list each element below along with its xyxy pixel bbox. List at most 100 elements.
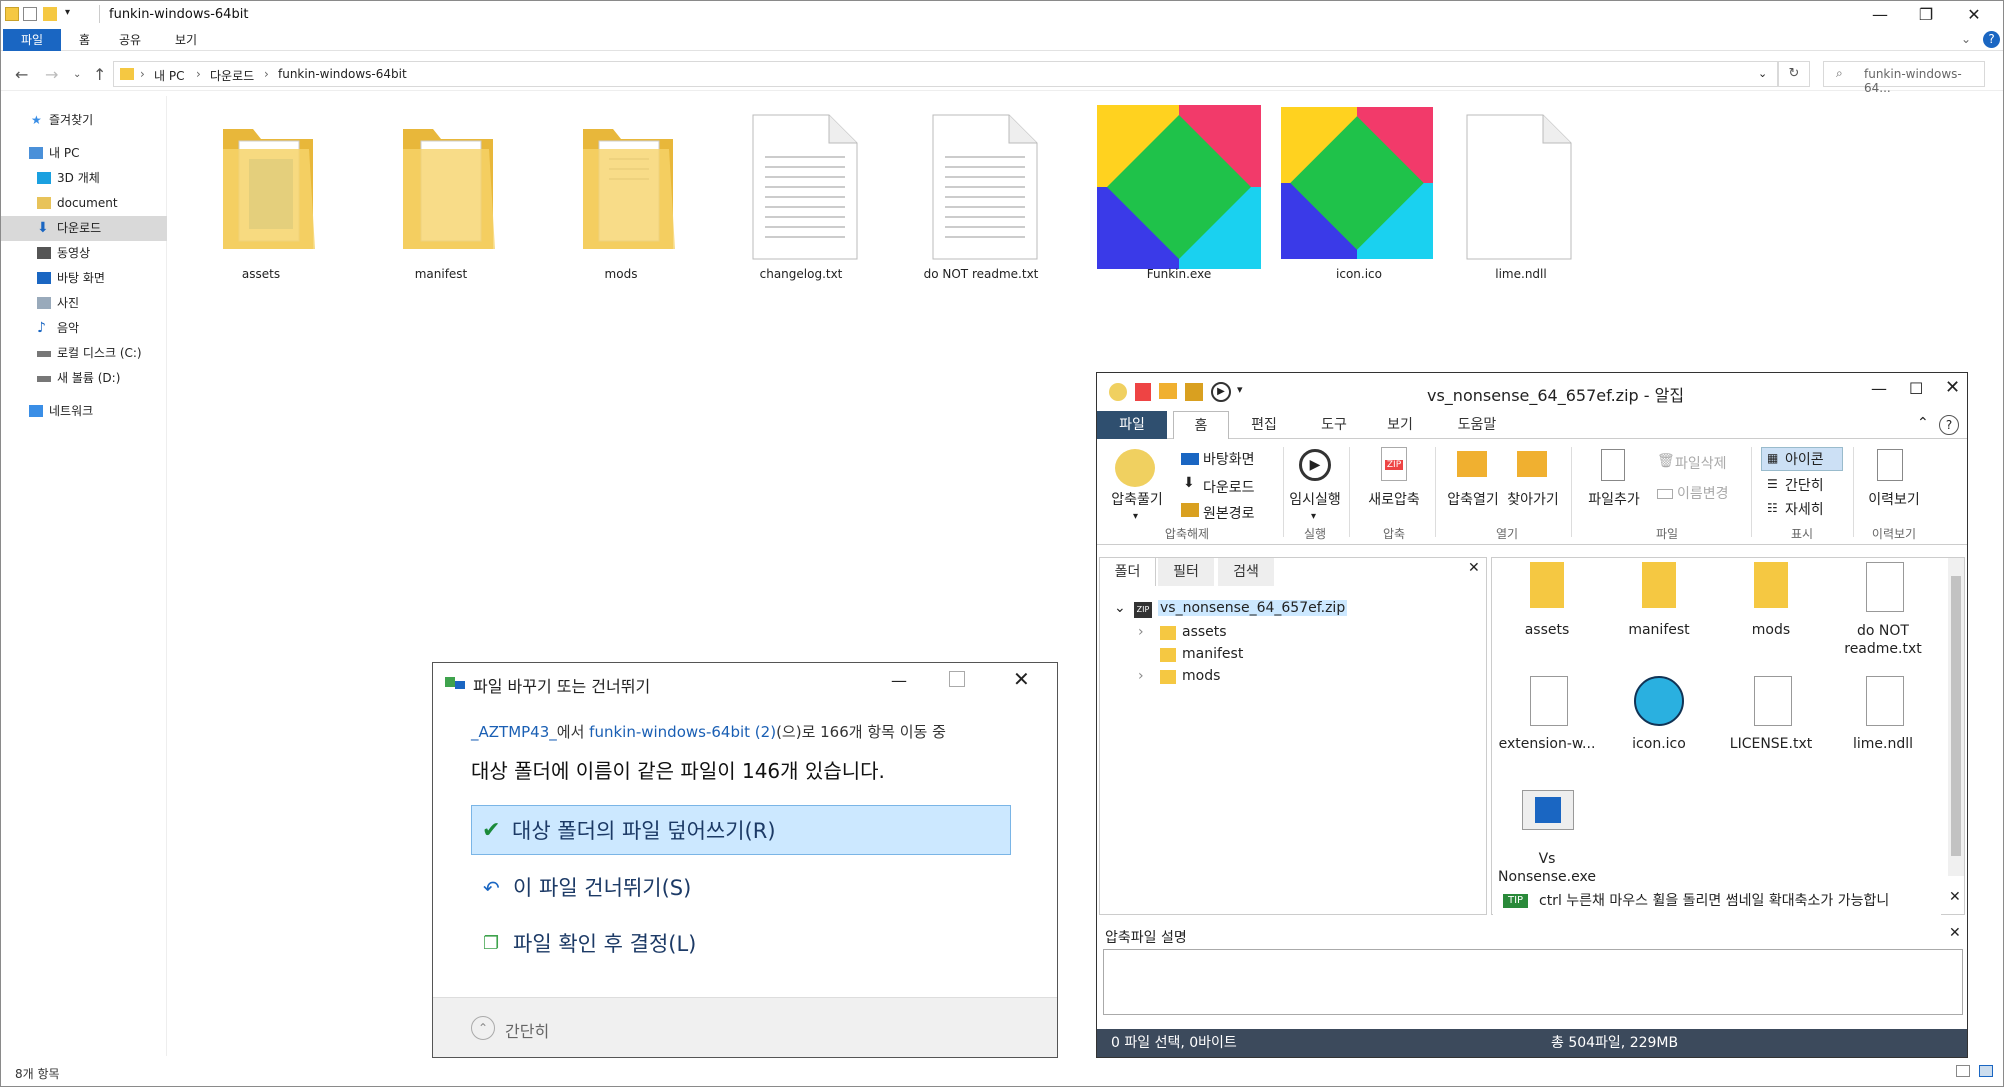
nav-this-pc[interactable]: 내 PC [1,141,167,166]
close-pane-icon[interactable]: ✕ [1468,560,1480,576]
add-file-button[interactable]: 파일추가 [1581,489,1647,509]
minimize-button[interactable]: — [1857,1,1903,29]
description-textarea[interactable] [1103,949,1963,1015]
new-folder-icon[interactable] [43,7,57,21]
source-link[interactable]: _AZTMP43_ [471,723,557,741]
tree-expand-icon[interactable]: › [1138,624,1144,640]
recent-chevron-icon[interactable]: ⌄ [73,69,81,80]
file-item[interactable]: changelog.txt [721,101,881,291]
tab-file[interactable]: 파일 [3,29,61,51]
back-arrow-icon[interactable]: ← [15,65,28,84]
tree-expand-icon[interactable]: ⌄ [1114,600,1126,616]
details-view-icon[interactable] [1956,1065,1970,1077]
tab-view[interactable]: 보기 [1369,411,1431,439]
tab-help[interactable]: 도움말 [1441,411,1513,439]
nav-pictures[interactable]: 사진 [1,291,167,316]
decide-option[interactable]: ❐ 파일 확인 후 결정(L) [473,919,1013,969]
to-downloads-button[interactable]: 다운로드 [1203,477,1255,497]
close-button[interactable]: ✕ [1951,1,1997,29]
close-button[interactable]: ✕ [1013,667,1030,691]
tree-item-mods[interactable]: mods [1182,668,1220,684]
tab-edit[interactable]: 편집 [1233,411,1295,439]
tab-home[interactable]: 홈 [1173,411,1229,439]
scrollbar[interactable] [1948,558,1964,876]
properties-icon[interactable] [23,7,37,21]
open-folder-icon[interactable] [1159,383,1177,399]
view-detail-button[interactable]: 자세히 [1785,499,1824,519]
search-input[interactable]: ⌕ funkin-windows-64... [1823,61,1985,95]
file-item[interactable]: Funkin.exe [1081,101,1261,291]
chevron-down-icon[interactable]: ▾ [1311,511,1316,522]
tab-share[interactable]: 공유 [109,29,151,51]
nav-videos[interactable]: 동영상 [1,241,167,266]
nav-favorites[interactable]: ★ 즐겨찾기 [1,108,167,133]
to-original-button[interactable]: 원본경로 [1203,503,1255,523]
extract-icon[interactable] [1185,383,1203,401]
delete-file-button[interactable]: 파일삭제 [1675,453,1727,473]
view-icon-button[interactable]: 아이콘 [1785,449,1824,469]
skip-option[interactable]: ↶ 이 파일 건너뛰기(S) [473,863,1013,913]
chevron-down-icon[interactable]: ▾ [65,7,70,18]
tab-view[interactable]: 보기 [165,29,207,51]
minimize-button[interactable]: — [891,671,907,690]
new-icon[interactable] [1135,383,1151,401]
file-item[interactable]: icon.ico [1261,101,1433,291]
address-dropdown-icon[interactable]: ⌄ [1758,67,1767,80]
tab-file[interactable]: 파일 [1097,411,1167,439]
tab-filter[interactable]: 필터 [1158,558,1214,586]
nav-document[interactable]: document [1,191,167,216]
tab-home[interactable]: 홈 [69,29,100,51]
forward-arrow-icon[interactable]: → [45,65,58,84]
address-field[interactable]: › 내 PC › 다운로드 › funkin-windows-64bit ⌄ [113,61,1778,87]
up-arrow-icon[interactable]: ↑ [93,65,106,84]
help-icon[interactable]: ? [1939,415,1959,435]
minimize-button[interactable]: — [1871,379,1887,398]
nav-3d-objects[interactable]: 3D 개체 [1,166,167,191]
extract-button[interactable]: 압축풀기 [1107,489,1167,509]
collapse-label[interactable]: 간단히 [505,1018,549,1042]
rename-button[interactable]: 이름변경 [1677,483,1729,503]
nav-drive-d[interactable]: 새 볼륨 (D:) [1,366,167,391]
find-button[interactable]: 찾아가기 [1501,489,1565,509]
to-desktop-button[interactable]: 바탕화면 [1203,449,1255,469]
help-icon[interactable]: ? [1983,31,2000,48]
maximize-button[interactable]: ❐ [1903,1,1949,29]
open-archive-button[interactable]: 압축열기 [1443,489,1503,509]
tree-item-assets[interactable]: assets [1182,624,1227,640]
overwrite-option[interactable]: ✔ 대상 폴더의 파일 덮어쓰기(R) [471,805,1011,855]
close-button[interactable]: ✕ [1945,377,1960,398]
tree-item-manifest[interactable]: manifest [1182,646,1243,662]
breadcrumb-pc[interactable]: 내 PC [154,67,184,84]
file-item[interactable]: mods [541,101,701,291]
history-button[interactable]: 이력보기 [1859,489,1929,509]
tab-search[interactable]: 검색 [1218,558,1274,586]
collapse-chevron-icon[interactable]: ⌃ [471,1016,495,1040]
close-desc-icon[interactable]: ✕ [1949,925,1961,941]
file-item[interactable]: manifest [361,101,521,291]
file-item[interactable]: do NOT readme.txt [901,101,1061,291]
target-link[interactable]: funkin-windows-64bit (2) [589,723,776,741]
maximize-button[interactable]: ☐ [1909,379,1923,398]
breadcrumb-folder[interactable]: funkin-windows-64bit [278,67,407,81]
breadcrumb-downloads[interactable]: 다운로드 [210,67,254,84]
chevron-down-icon[interactable]: ▾ [1237,383,1243,396]
large-icons-view-icon[interactable] [1979,1065,1993,1077]
nav-downloads[interactable]: ⬇ 다운로드 [1,216,167,241]
nav-desktop[interactable]: 바탕 화면 [1,266,167,291]
chevron-down-icon[interactable]: ▾ [1133,511,1138,522]
tree-expand-icon[interactable]: › [1138,668,1144,684]
nav-drive-c[interactable]: 로컬 디스크 (C:) [1,341,167,366]
close-tip-icon[interactable]: ✕ [1949,889,1961,905]
view-simple-button[interactable]: 간단히 [1785,475,1824,495]
file-item[interactable]: assets [181,101,341,291]
nav-music[interactable]: ♪ 음악 [1,316,167,341]
refresh-button[interactable]: ↻ [1778,61,1810,87]
temp-run-button[interactable]: 임시실행 [1285,489,1345,509]
expand-ribbon-icon[interactable]: ⌄ [1961,32,1971,46]
tree-root[interactable]: vs_nonsense_64_657ef.zip [1158,600,1348,616]
file-item[interactable]: lime.ndll [1441,101,1601,291]
maximize-button[interactable] [949,671,965,687]
play-icon[interactable]: ▶ [1211,382,1231,402]
tab-folder[interactable]: 폴더 [1100,558,1156,586]
collapse-ribbon-icon[interactable]: ⌃ [1917,415,1929,431]
